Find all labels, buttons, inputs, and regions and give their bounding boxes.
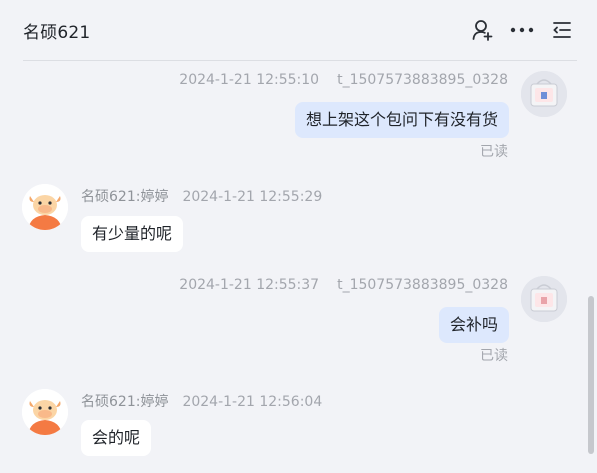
message-meta: 2024-1-21 12:55:37 t_1507573883895_0328: [179, 277, 508, 293]
read-status: 已读: [480, 348, 508, 364]
message-sender: 名硕621:婷婷: [81, 394, 169, 410]
chat-window: 名硕621 2024-1-21 12:55:10 t_1507573883895…: [0, 0, 597, 473]
avatar[interactable]: [521, 276, 567, 322]
read-status: 已读: [480, 144, 508, 160]
message-sender: t_1507573883895_0328: [337, 277, 508, 293]
message-sender: 名硕621:婷婷: [81, 189, 169, 205]
list-menu-icon[interactable]: [549, 17, 575, 43]
avatar[interactable]: [22, 389, 68, 435]
message-time: 2024-1-21 12:55:29: [182, 189, 323, 205]
message-time: 2024-1-21 12:55:10: [179, 72, 320, 88]
message-bubble[interactable]: 会补吗: [438, 307, 509, 343]
message-bubble[interactable]: 想上架这个包问下有没有货: [294, 102, 509, 138]
staff-avatar-icon: [22, 184, 68, 230]
header-actions: [469, 17, 575, 43]
user-plus-icon[interactable]: [469, 17, 495, 43]
staff-avatar-icon: [22, 389, 68, 435]
chat-header: 名硕621: [23, 0, 577, 61]
message-bubble[interactable]: 会的呢: [81, 420, 152, 456]
product-avatar-icon: [521, 276, 567, 322]
scrollbar[interactable]: [588, 296, 594, 454]
message-meta: 名硕621:婷婷 2024-1-21 12:56:04: [81, 391, 322, 411]
message-bubble[interactable]: 有少量的呢: [81, 216, 184, 252]
message-meta: 2024-1-21 12:55:10 t_1507573883895_0328: [179, 72, 508, 88]
message-meta: 名硕621:婷婷 2024-1-21 12:55:29: [81, 186, 322, 206]
avatar[interactable]: [521, 71, 567, 117]
message-time: 2024-1-21 12:55:37: [179, 277, 320, 293]
message-time: 2024-1-21 12:56:04: [182, 394, 323, 410]
more-dots-icon[interactable]: [509, 17, 535, 43]
chat-title: 名硕621: [23, 22, 91, 43]
message-sender: t_1507573883895_0328: [337, 72, 508, 88]
avatar[interactable]: [22, 184, 68, 230]
product-avatar-icon: [521, 71, 567, 117]
